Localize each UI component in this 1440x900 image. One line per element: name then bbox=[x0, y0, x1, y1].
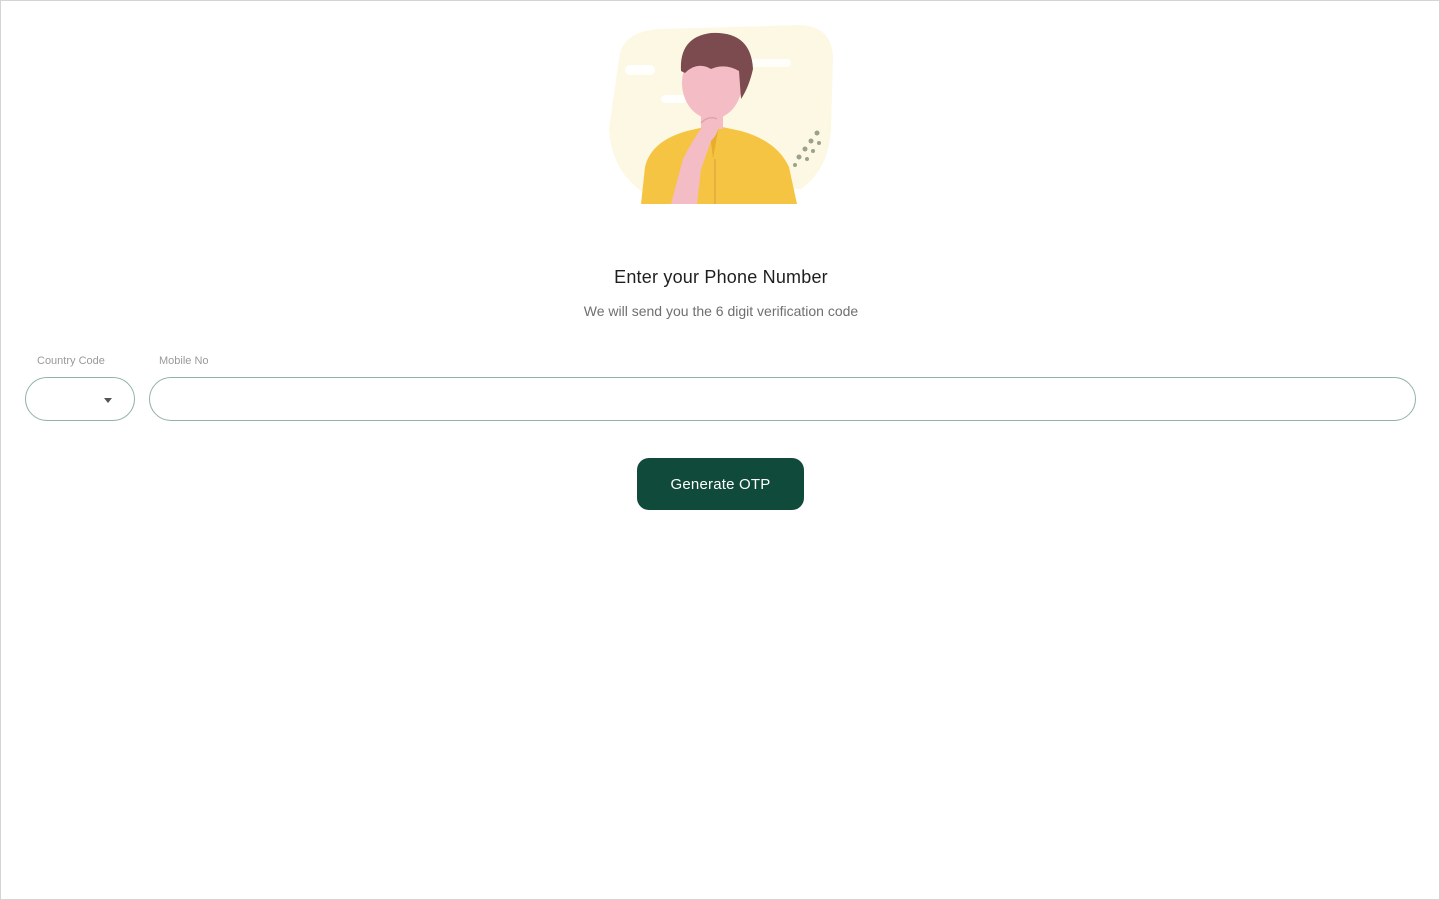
page-title: Enter your Phone Number bbox=[614, 267, 828, 287]
country-code-label: Country Code bbox=[37, 355, 105, 367]
page-frame: Enter your Phone Number We will send you… bbox=[0, 0, 1440, 900]
mobile-number-input[interactable] bbox=[149, 377, 1416, 421]
mobile-number-label: Mobile No bbox=[159, 355, 209, 367]
page-subtitle: We will send you the 6 digit verificatio… bbox=[583, 303, 859, 319]
caret-down-icon bbox=[104, 398, 112, 403]
thinking-person-illustration bbox=[609, 25, 833, 204]
generate-otp-button[interactable]: Generate OTP bbox=[637, 458, 804, 510]
country-code-select[interactable] bbox=[25, 377, 135, 421]
